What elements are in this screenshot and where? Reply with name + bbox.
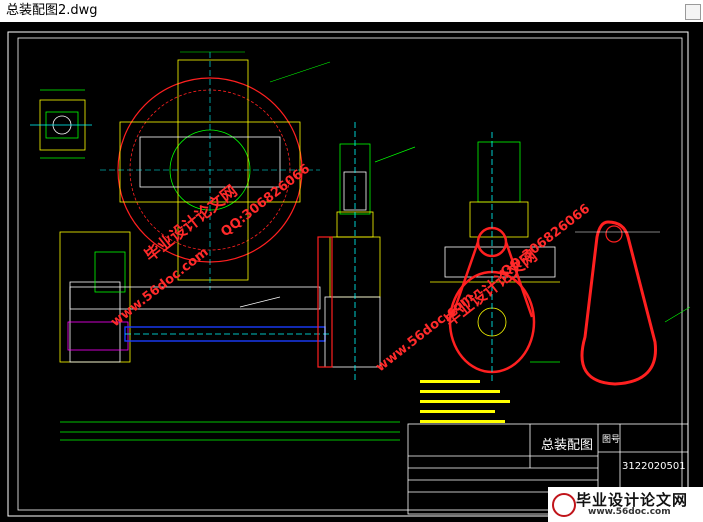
title-block-sheet-label: 图号: [602, 434, 620, 445]
main-shaft: [69, 286, 330, 342]
drawing-viewport[interactable]: 总装配图 3122020501 图号 毕业设计论文网 www.56doc.com…: [0, 22, 703, 522]
technical-notes: [420, 380, 510, 423]
watermark-qq-2: QQ:306826066: [498, 201, 593, 280]
detail-view-small: [30, 89, 92, 159]
chain-loop-right: [575, 220, 691, 386]
window-titlebar: 总装配图2.dwg: [0, 0, 703, 22]
banner-url: www.56doc.com: [588, 507, 671, 517]
base-assembly-left: [59, 231, 400, 441]
title-block-drawing-number: 3122020501: [622, 461, 686, 472]
cad-drawing: 总装配图 3122020501 图号 毕业设计论文网 www.56doc.com…: [7, 31, 691, 517]
chain-drive-side: [430, 132, 560, 382]
title-block-drawing-title: 总装配图: [541, 438, 593, 453]
footer-banner: 毕业设计论文网 www.56doc.com: [548, 487, 703, 522]
window-close-button[interactable]: [685, 4, 701, 20]
window-title: 总装配图2.dwg: [6, 3, 98, 18]
site-logo-icon: [552, 493, 576, 517]
watermark-url-2: www.56doc.com: [373, 290, 476, 375]
